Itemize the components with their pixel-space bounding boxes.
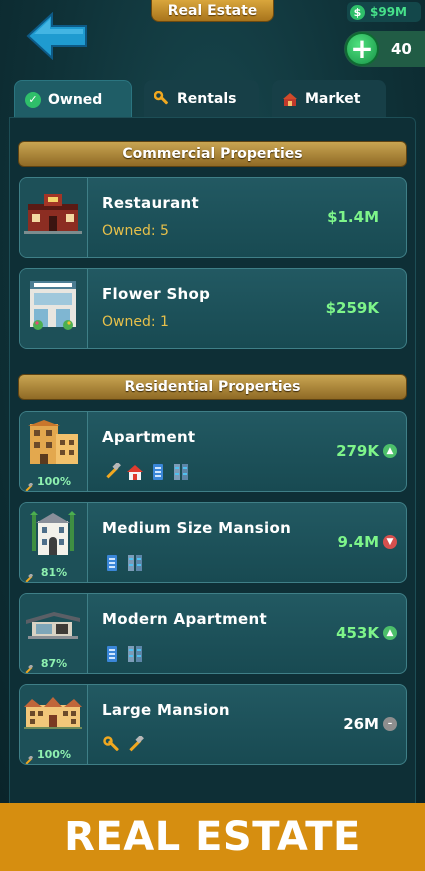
server-icon (107, 555, 117, 571)
property-price: 26M (343, 715, 379, 733)
server-icon (107, 646, 117, 662)
property-value: 453K ▲ (336, 624, 397, 642)
owned-count: Owned: 5 (102, 223, 169, 239)
gems-counter: + 40 (344, 31, 425, 67)
large-mansion-icon (24, 697, 82, 729)
condition-percent: 100% (37, 475, 71, 488)
trend-flat-icon: – (383, 717, 397, 731)
property-thumbnail: 81% (20, 503, 88, 582)
condition-indicator: 87% (20, 657, 88, 673)
house-icon (127, 465, 143, 480)
real-estate-banner: REAL ESTATE (0, 803, 425, 871)
property-name: Restaurant (102, 194, 199, 212)
property-thumbnail (20, 178, 88, 257)
restaurant-icon (24, 194, 82, 234)
condition-percent: 100% (37, 748, 71, 761)
condition-percent: 87% (40, 657, 68, 670)
property-value: 26M – (343, 715, 397, 733)
hammer-icon (25, 665, 34, 673)
flower-shop-icon (30, 281, 76, 330)
house-market-icon (282, 91, 298, 107)
gems-count: 40 (391, 40, 412, 58)
condition-indicator: 100% (20, 475, 88, 491)
property-name: Apartment (102, 428, 196, 446)
property-card-apartment[interactable]: 100% Apartment 279K ▲ (19, 411, 407, 492)
property-card-modern-apartment[interactable]: 87% Modern Apartment 453K ▲ (19, 593, 407, 674)
back-button[interactable] (26, 11, 88, 61)
money-balance: $ $99M (347, 2, 421, 22)
hammer-icon (106, 463, 121, 479)
tab-market[interactable]: Market (272, 80, 386, 118)
trend-up-icon: ▲ (383, 444, 397, 458)
condition-percent: 81% (40, 566, 68, 579)
property-name: Modern Apartment (102, 610, 267, 628)
mansion-icon (30, 511, 76, 555)
tab-owned[interactable]: ✓ Owned (14, 80, 132, 118)
property-thumbnail: 87% (20, 594, 88, 673)
trend-down-icon: ▼ (383, 535, 397, 549)
back-arrow-icon (26, 11, 87, 61)
tab-owned-label: Owned (48, 91, 103, 108)
property-thumbnail (20, 269, 88, 348)
amenity-list (103, 554, 144, 572)
property-name: Flower Shop (102, 285, 211, 303)
money-amount: $99M (370, 5, 407, 19)
page-title: Real Estate (151, 0, 274, 22)
property-price: 9.4M (337, 533, 380, 551)
residential-section-header: Residential Properties (18, 374, 407, 400)
wrench-icon (103, 736, 119, 751)
server-icon (153, 464, 163, 480)
wrench-icon (154, 91, 170, 107)
property-card-flower-shop[interactable]: Flower Shop Owned: 1 $259K (19, 268, 407, 349)
cabinet-icon (174, 464, 188, 480)
property-value: 9.4M ▼ (337, 533, 397, 551)
condition-indicator: 81% (20, 566, 88, 582)
tab-rentals[interactable]: Rentals (144, 80, 259, 118)
property-card-large-mansion[interactable]: 100% Large Mansion 26M – (19, 684, 407, 765)
cabinet-icon (128, 646, 142, 662)
add-gems-button[interactable]: + (345, 32, 379, 66)
amenity-list (103, 463, 190, 481)
tab-rentals-label: Rentals (177, 91, 237, 107)
property-name: Large Mansion (102, 701, 230, 719)
property-value: 279K ▲ (336, 442, 397, 460)
apartment-icon (28, 420, 78, 464)
condition-indicator: 100% (20, 748, 88, 764)
property-price: 453K (336, 624, 379, 642)
hammer-icon (25, 756, 34, 764)
hammer-icon (25, 574, 34, 582)
property-card-medium-size-mansion[interactable]: 81% Medium Size Mansion 9.4M ▼ (19, 502, 407, 583)
trend-up-icon: ▲ (383, 626, 397, 640)
real-estate-screen: Real Estate $ $99M + 40 ✓ Owned Rentals … (0, 0, 425, 803)
property-name: Medium Size Mansion (102, 519, 292, 537)
property-income: $259K (325, 299, 379, 317)
property-thumbnail: 100% (20, 412, 88, 491)
hammer-icon (25, 483, 34, 491)
check-circle-icon: ✓ (25, 91, 41, 108)
money-icon: $ (350, 4, 365, 20)
amenity-list (103, 645, 144, 663)
property-price: 279K (336, 442, 379, 460)
owned-count: Owned: 1 (102, 314, 169, 330)
property-card-restaurant[interactable]: Restaurant Owned: 5 $1.4M (19, 177, 407, 258)
property-income: $1.4M (327, 208, 379, 226)
modern-apartment-icon (26, 612, 80, 639)
commercial-section-header: Commercial Properties (18, 141, 407, 167)
hammer-icon (129, 736, 144, 752)
property-thumbnail: 100% (20, 685, 88, 764)
cabinet-icon (128, 555, 142, 571)
tab-market-label: Market (305, 91, 361, 107)
amenity-list (103, 736, 144, 754)
